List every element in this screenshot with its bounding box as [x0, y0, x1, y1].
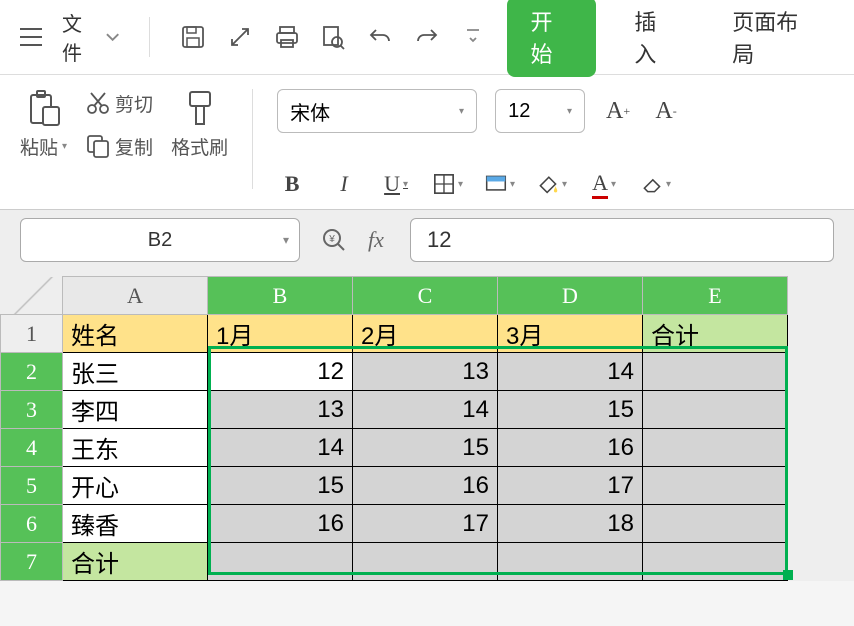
copy-button[interactable]: 复制 [85, 133, 153, 160]
cell-a1[interactable]: 姓名 [63, 315, 208, 353]
cell-d1[interactable]: 3月 [498, 315, 643, 353]
bold-button[interactable]: B [277, 169, 307, 199]
cell-d5[interactable]: 17 [498, 467, 643, 505]
preview-icon[interactable] [320, 23, 347, 51]
row-head-1[interactable]: 1 [1, 315, 63, 353]
row-head-4[interactable]: 4 [1, 429, 63, 467]
cell-a3[interactable]: 李四 [63, 391, 208, 429]
separator [149, 17, 150, 57]
cell-e1[interactable]: 合计 [643, 315, 788, 353]
ribbon: 粘贴▾ 剪切 复制 格式刷 宋体 [0, 75, 854, 210]
row-head-5[interactable]: 5 [1, 467, 63, 505]
formula-bar: B2 ▾ ¥ fx 12 [0, 210, 854, 270]
cell-a2[interactable]: 张三 [63, 353, 208, 391]
format-painter-icon[interactable] [181, 89, 219, 127]
cell-c4[interactable]: 15 [353, 429, 498, 467]
name-box[interactable]: B2 ▾ [20, 218, 300, 262]
save-icon[interactable] [180, 23, 207, 51]
save-as-icon[interactable] [227, 23, 254, 51]
row-head-3[interactable]: 3 [1, 391, 63, 429]
cell-d6[interactable]: 18 [498, 505, 643, 543]
cell-a7[interactable]: 合计 [63, 543, 208, 581]
menubar: 文件 开始 插入 页面布局 [0, 0, 854, 75]
col-head-e[interactable]: E [643, 277, 788, 315]
cell-b7[interactable] [208, 543, 353, 581]
font-group: 宋体▾ 12▾ A+ A- B I U▾ ▾ ▾ ▾ A▾ [277, 89, 681, 199]
cell-c2[interactable]: 13 [353, 353, 498, 391]
cell-d4[interactable]: 16 [498, 429, 643, 467]
hamburger-icon[interactable] [20, 28, 42, 46]
decrease-font-button[interactable]: A- [651, 96, 681, 126]
tab-layout[interactable]: 页面布局 [714, 0, 834, 77]
font-size-select[interactable]: 12▾ [495, 89, 585, 133]
row-head-7[interactable]: 7 [1, 543, 63, 581]
border-button[interactable]: ▾ [433, 169, 463, 199]
cell-e2[interactable] [643, 353, 788, 391]
eraser-button[interactable]: ▾ [641, 169, 671, 199]
cell-c7[interactable] [353, 543, 498, 581]
format-painter-label[interactable]: 格式刷 [171, 133, 228, 160]
font-color-button[interactable]: A▾ [589, 169, 619, 199]
increase-font-button[interactable]: A+ [603, 96, 633, 126]
cell-e3[interactable] [643, 391, 788, 429]
cell-c1[interactable]: 2月 [353, 315, 498, 353]
fill-handle[interactable] [783, 570, 793, 580]
row-head-2[interactable]: 2 [1, 353, 63, 391]
separator [252, 89, 253, 189]
cell-d7[interactable] [498, 543, 643, 581]
row-head-6[interactable]: 6 [1, 505, 63, 543]
fill-color-button[interactable]: ▾ [537, 169, 567, 199]
col-head-d[interactable]: D [498, 277, 643, 315]
cell-style-button[interactable]: ▾ [485, 169, 515, 199]
underline-button[interactable]: U▾ [381, 169, 411, 199]
cell-c6[interactable]: 17 [353, 505, 498, 543]
print-icon[interactable] [273, 23, 300, 51]
formula-input[interactable]: 12 [410, 218, 834, 262]
cell-a5[interactable]: 开心 [63, 467, 208, 505]
cell-b3[interactable]: 13 [208, 391, 353, 429]
tab-start[interactable]: 开始 [507, 0, 597, 77]
cell-b2[interactable]: 12 [208, 353, 353, 391]
cell-a6[interactable]: 臻香 [63, 505, 208, 543]
cell-e4[interactable] [643, 429, 788, 467]
cell-a4[interactable]: 王东 [63, 429, 208, 467]
cell-d2[interactable]: 14 [498, 353, 643, 391]
clipboard-group: 粘贴▾ 剪切 复制 格式刷 [20, 89, 228, 199]
col-head-c[interactable]: C [353, 277, 498, 315]
cell-b6[interactable]: 16 [208, 505, 353, 543]
file-menu-label: 文件 [62, 8, 100, 66]
zoom-icon[interactable]: ¥ [320, 226, 348, 254]
paste-icon[interactable] [25, 89, 63, 127]
cut-button[interactable]: 剪切 [85, 90, 153, 117]
cell-b5[interactable]: 15 [208, 467, 353, 505]
cell-e5[interactable] [643, 467, 788, 505]
cell-e6[interactable] [643, 505, 788, 543]
undo-icon[interactable] [367, 23, 394, 51]
cell-b1[interactable]: 1月 [208, 315, 353, 353]
select-all-corner[interactable] [1, 277, 63, 315]
col-head-b[interactable]: B [208, 277, 353, 315]
cell-c3[interactable]: 14 [353, 391, 498, 429]
paste-label[interactable]: 粘贴▾ [20, 133, 67, 160]
spreadsheet-grid: A B C D E 1 姓名 1月 2月 3月 合计 2 张三 12 13 14… [0, 270, 854, 581]
cell-d3[interactable]: 15 [498, 391, 643, 429]
redo-icon[interactable] [413, 23, 440, 51]
file-menu[interactable]: 文件 [62, 8, 119, 66]
more-dropdown-icon[interactable] [460, 23, 487, 51]
tab-insert[interactable]: 插入 [616, 0, 694, 77]
fx-icon[interactable]: fx [362, 226, 390, 254]
cell-e7[interactable] [643, 543, 788, 581]
svg-text:¥: ¥ [328, 234, 335, 245]
font-name-select[interactable]: 宋体▾ [277, 89, 477, 133]
cell-c5[interactable]: 16 [353, 467, 498, 505]
italic-button[interactable]: I [329, 169, 359, 199]
col-head-a[interactable]: A [63, 277, 208, 315]
cell-b4[interactable]: 14 [208, 429, 353, 467]
